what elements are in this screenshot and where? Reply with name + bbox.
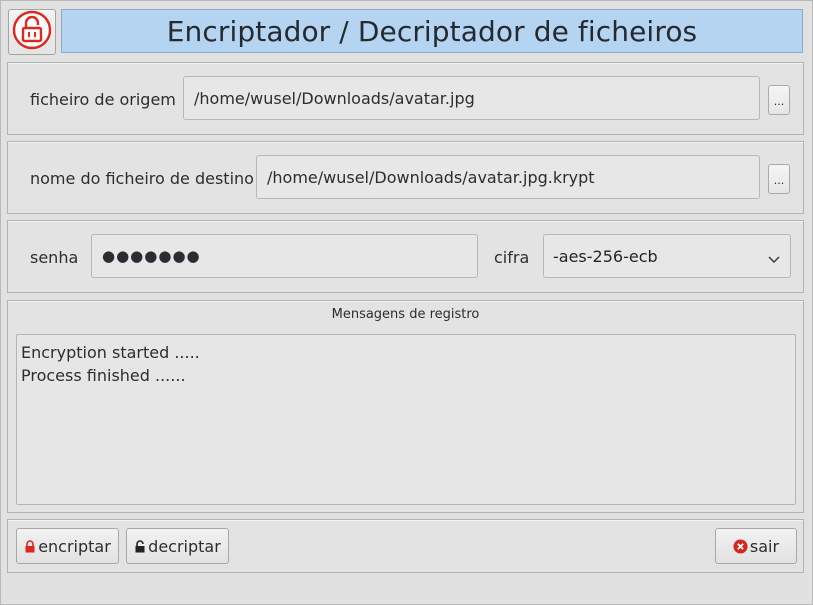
destination-panel: nome do ficheiro de destino /home/wusel/… (7, 141, 804, 214)
close-circle-icon (733, 539, 748, 554)
log-line: Process finished ...... (21, 366, 186, 385)
destination-file-input[interactable]: /home/wusel/Downloads/avatar.jpg.krypt (256, 155, 760, 199)
padlock-open-icon (12, 10, 52, 54)
decrypt-button[interactable]: decriptar (126, 528, 229, 564)
actions-panel: encriptar decriptar sair (7, 519, 804, 573)
cipher-label: cifra (494, 248, 530, 267)
logo-button[interactable] (8, 9, 56, 55)
source-file-value: /home/wusel/Downloads/avatar.jpg (194, 88, 475, 108)
browse-destination-label: ... (773, 174, 785, 187)
destination-label: nome do ficheiro de destino (30, 169, 254, 188)
encrypt-button[interactable]: encriptar (16, 528, 119, 564)
source-label: ficheiro de origem (30, 90, 176, 109)
browse-destination-button[interactable]: ... (768, 164, 790, 194)
cipher-select[interactable]: -aes-256-ecb (543, 234, 791, 278)
password-input[interactable]: ●●●●●●● (91, 234, 478, 278)
title-bar: Encriptador / Decriptador de ficheiros (61, 9, 803, 53)
lock-open-icon (134, 539, 146, 553)
decrypt-label: decriptar (148, 536, 221, 556)
source-file-input[interactable]: /home/wusel/Downloads/avatar.jpg (183, 76, 760, 120)
cipher-selected-value: -aes-256-ecb (553, 246, 658, 266)
exit-label: sair (749, 536, 780, 556)
exit-button[interactable]: sair (715, 528, 797, 564)
chevron-down-icon (768, 250, 780, 269)
log-text-area[interactable]: Encryption started ..... Process finishe… (16, 334, 796, 505)
app-title: Encriptador / Decriptador de ficheiros (166, 14, 698, 48)
log-panel: Mensagens de registro Encryption started… (7, 300, 804, 513)
browse-source-label: ... (773, 95, 785, 108)
log-title: Mensagens de registro (331, 307, 480, 322)
browse-source-button[interactable]: ... (768, 85, 790, 115)
destination-file-value: /home/wusel/Downloads/avatar.jpg.krypt (267, 167, 595, 187)
log-line: Encryption started ..... (21, 343, 200, 362)
password-label: senha (30, 248, 79, 267)
lock-closed-icon (24, 539, 36, 553)
encrypt-label: encriptar (38, 536, 111, 556)
password-panel: senha ●●●●●●● cifra -aes-256-ecb (7, 220, 804, 293)
source-panel: ficheiro de origem /home/wusel/Downloads… (7, 62, 804, 135)
password-masked-value: ●●●●●●● (102, 247, 201, 265)
